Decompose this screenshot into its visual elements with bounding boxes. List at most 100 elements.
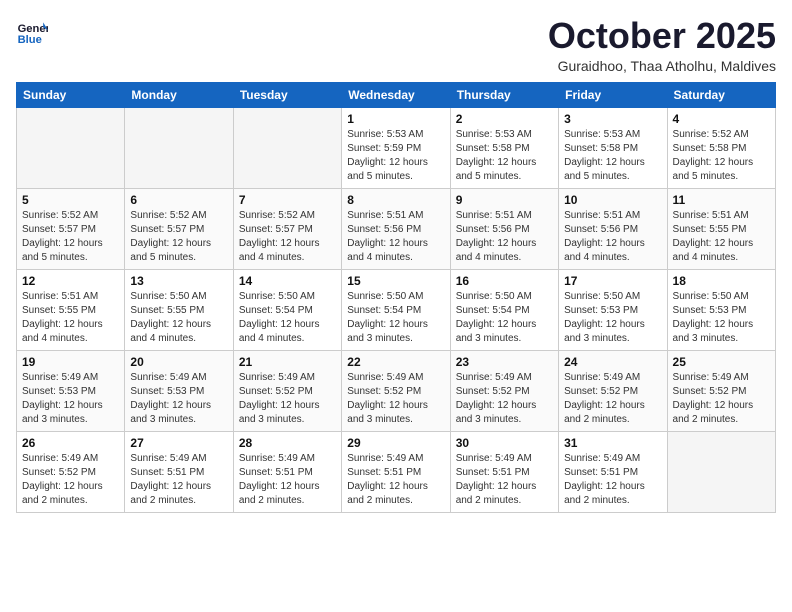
day-number: 16 xyxy=(456,274,553,288)
day-number: 10 xyxy=(564,193,661,207)
day-info: Sunrise: 5:51 AM Sunset: 5:56 PM Dayligh… xyxy=(564,209,661,265)
day-info: Sunrise: 5:50 AM Sunset: 5:53 PM Dayligh… xyxy=(564,290,661,346)
calendar-cell: 15Sunrise: 5:50 AM Sunset: 5:54 PM Dayli… xyxy=(342,269,450,350)
day-info: Sunrise: 5:49 AM Sunset: 5:51 PM Dayligh… xyxy=(564,452,661,508)
day-info: Sunrise: 5:50 AM Sunset: 5:54 PM Dayligh… xyxy=(456,290,553,346)
calendar-cell: 17 Sunrise: 5:50 AM Sunset: 5:53 PM Dayli… xyxy=(559,269,667,350)
day-info: Sunrise: 5:50 AM Sunset: 5:55 PM Dayligh… xyxy=(130,290,227,346)
calendar-cell: 3Sunrise: 5:53 AM Sunset: 5:58 PM Daylig… xyxy=(559,107,667,188)
calendar-cell: 4Sunrise: 5:52 AM Sunset: 5:58 PM Daylig… xyxy=(667,107,775,188)
day-info: Sunrise: 5:52 AM Sunset: 5:57 PM Dayligh… xyxy=(22,209,119,265)
calendar-cell: 24 Sunrise: 5:49 AM Sunset: 5:52 PM Dayli… xyxy=(559,350,667,431)
day-number: 26 xyxy=(22,436,119,450)
calendar-cell: 7 Sunrise: 5:52 AM Sunset: 5:57 PM Daylig… xyxy=(233,188,341,269)
weekday-header-friday: Friday xyxy=(559,82,667,107)
day-info: Sunrise: 5:53 AM Sunset: 5:58 PM Dayligh… xyxy=(456,128,553,184)
day-number: 12 xyxy=(22,274,119,288)
day-number: 17 xyxy=(564,274,661,288)
weekday-header-monday: Monday xyxy=(125,82,233,107)
calendar-cell xyxy=(233,107,341,188)
calendar-cell: 5 Sunrise: 5:52 AM Sunset: 5:57 PM Daylig… xyxy=(17,188,125,269)
svg-text:Blue: Blue xyxy=(18,34,42,46)
day-info: Sunrise: 5:49 AM Sunset: 5:52 PM Dayligh… xyxy=(347,371,444,427)
day-info: Sunrise: 5:49 AM Sunset: 5:53 PM Dayligh… xyxy=(130,371,227,427)
calendar-cell: 8 Sunrise: 5:51 AM Sunset: 5:56 PM Daylig… xyxy=(342,188,450,269)
weekday-header-sunday: Sunday xyxy=(17,82,125,107)
day-info: Sunrise: 5:49 AM Sunset: 5:52 PM Dayligh… xyxy=(456,371,553,427)
location-subtitle: Guraidhoo, Thaa Atholhu, Maldives xyxy=(548,58,776,74)
calendar-cell xyxy=(125,107,233,188)
calendar-cell: 27Sunrise: 5:49 AM Sunset: 5:51 PM Dayli… xyxy=(125,431,233,512)
day-info: Sunrise: 5:50 AM Sunset: 5:54 PM Dayligh… xyxy=(347,290,444,346)
calendar-cell: 9 Sunrise: 5:51 AM Sunset: 5:56 PM Daylig… xyxy=(450,188,558,269)
day-info: Sunrise: 5:50 AM Sunset: 5:54 PM Dayligh… xyxy=(239,290,336,346)
calendar-cell: 16 Sunrise: 5:50 AM Sunset: 5:54 PM Dayli… xyxy=(450,269,558,350)
weekday-header-wednesday: Wednesday xyxy=(342,82,450,107)
day-info: Sunrise: 5:49 AM Sunset: 5:53 PM Dayligh… xyxy=(22,371,119,427)
day-info: Sunrise: 5:52 AM Sunset: 5:57 PM Dayligh… xyxy=(130,209,227,265)
day-number: 29 xyxy=(347,436,444,450)
day-number: 5 xyxy=(22,193,119,207)
day-info: Sunrise: 5:52 AM Sunset: 5:57 PM Dayligh… xyxy=(239,209,336,265)
calendar-cell: 1 Sunrise: 5:53 AM Sunset: 5:59 PM Daylig… xyxy=(342,107,450,188)
day-info: Sunrise: 5:53 AM Sunset: 5:59 PM Dayligh… xyxy=(347,128,444,184)
day-number: 22 xyxy=(347,355,444,369)
day-number: 13 xyxy=(130,274,227,288)
calendar-cell: 10 Sunrise: 5:51 AM Sunset: 5:56 PM Dayli… xyxy=(559,188,667,269)
calendar-week-4: 19 Sunrise: 5:49 AM Sunset: 5:53 PM Dayli… xyxy=(17,350,776,431)
day-info: Sunrise: 5:52 AM Sunset: 5:58 PM Dayligh… xyxy=(673,128,770,184)
calendar-cell: 30Sunrise: 5:49 AM Sunset: 5:51 PM Dayli… xyxy=(450,431,558,512)
weekday-header-thursday: Thursday xyxy=(450,82,558,107)
page-header: General Blue October 2025 Guraidhoo, Tha… xyxy=(16,16,776,74)
calendar-cell xyxy=(667,431,775,512)
day-number: 20 xyxy=(130,355,227,369)
month-title: October 2025 xyxy=(548,16,776,56)
calendar-cell xyxy=(17,107,125,188)
day-number: 11 xyxy=(673,193,770,207)
calendar-cell: 12Sunrise: 5:51 AM Sunset: 5:55 PM Dayli… xyxy=(17,269,125,350)
day-number: 7 xyxy=(239,193,336,207)
logo-icon: General Blue xyxy=(16,16,48,48)
calendar-table: SundayMondayTuesdayWednesdayThursdayFrid… xyxy=(16,82,776,513)
calendar-cell: 18Sunrise: 5:50 AM Sunset: 5:53 PM Dayli… xyxy=(667,269,775,350)
calendar-week-2: 5 Sunrise: 5:52 AM Sunset: 5:57 PM Daylig… xyxy=(17,188,776,269)
day-info: Sunrise: 5:49 AM Sunset: 5:51 PM Dayligh… xyxy=(239,452,336,508)
day-number: 25 xyxy=(673,355,770,369)
calendar-cell: 20 Sunrise: 5:49 AM Sunset: 5:53 PM Dayli… xyxy=(125,350,233,431)
calendar-cell: 13 Sunrise: 5:50 AM Sunset: 5:55 PM Dayli… xyxy=(125,269,233,350)
calendar-cell: 11Sunrise: 5:51 AM Sunset: 5:55 PM Dayli… xyxy=(667,188,775,269)
day-number: 2 xyxy=(456,112,553,126)
calendar-cell: 19 Sunrise: 5:49 AM Sunset: 5:53 PM Dayli… xyxy=(17,350,125,431)
calendar-week-5: 26 Sunrise: 5:49 AM Sunset: 5:52 PM Dayli… xyxy=(17,431,776,512)
calendar-cell: 26 Sunrise: 5:49 AM Sunset: 5:52 PM Dayli… xyxy=(17,431,125,512)
day-number: 19 xyxy=(22,355,119,369)
calendar-cell: 25Sunrise: 5:49 AM Sunset: 5:52 PM Dayli… xyxy=(667,350,775,431)
calendar-cell: 28Sunrise: 5:49 AM Sunset: 5:51 PM Dayli… xyxy=(233,431,341,512)
calendar-cell: 23Sunrise: 5:49 AM Sunset: 5:52 PM Dayli… xyxy=(450,350,558,431)
day-info: Sunrise: 5:49 AM Sunset: 5:51 PM Dayligh… xyxy=(347,452,444,508)
day-info: Sunrise: 5:50 AM Sunset: 5:53 PM Dayligh… xyxy=(673,290,770,346)
calendar-week-1: 1 Sunrise: 5:53 AM Sunset: 5:59 PM Daylig… xyxy=(17,107,776,188)
day-number: 8 xyxy=(347,193,444,207)
calendar-cell: 21 Sunrise: 5:49 AM Sunset: 5:52 PM Dayli… xyxy=(233,350,341,431)
calendar-week-3: 12Sunrise: 5:51 AM Sunset: 5:55 PM Dayli… xyxy=(17,269,776,350)
day-info: Sunrise: 5:49 AM Sunset: 5:51 PM Dayligh… xyxy=(130,452,227,508)
day-info: Sunrise: 5:49 AM Sunset: 5:52 PM Dayligh… xyxy=(564,371,661,427)
calendar-cell: 31Sunrise: 5:49 AM Sunset: 5:51 PM Dayli… xyxy=(559,431,667,512)
day-info: Sunrise: 5:53 AM Sunset: 5:58 PM Dayligh… xyxy=(564,128,661,184)
weekday-header-tuesday: Tuesday xyxy=(233,82,341,107)
calendar-cell: 22 Sunrise: 5:49 AM Sunset: 5:52 PM Dayli… xyxy=(342,350,450,431)
calendar-cell: 6 Sunrise: 5:52 AM Sunset: 5:57 PM Daylig… xyxy=(125,188,233,269)
day-number: 21 xyxy=(239,355,336,369)
day-number: 1 xyxy=(347,112,444,126)
day-number: 24 xyxy=(564,355,661,369)
day-number: 30 xyxy=(456,436,553,450)
title-block: October 2025 Guraidhoo, Thaa Atholhu, Ma… xyxy=(548,16,776,74)
day-number: 9 xyxy=(456,193,553,207)
day-info: Sunrise: 5:49 AM Sunset: 5:52 PM Dayligh… xyxy=(239,371,336,427)
day-info: Sunrise: 5:49 AM Sunset: 5:52 PM Dayligh… xyxy=(22,452,119,508)
day-info: Sunrise: 5:51 AM Sunset: 5:56 PM Dayligh… xyxy=(456,209,553,265)
day-info: Sunrise: 5:51 AM Sunset: 5:56 PM Dayligh… xyxy=(347,209,444,265)
day-number: 6 xyxy=(130,193,227,207)
day-number: 14 xyxy=(239,274,336,288)
